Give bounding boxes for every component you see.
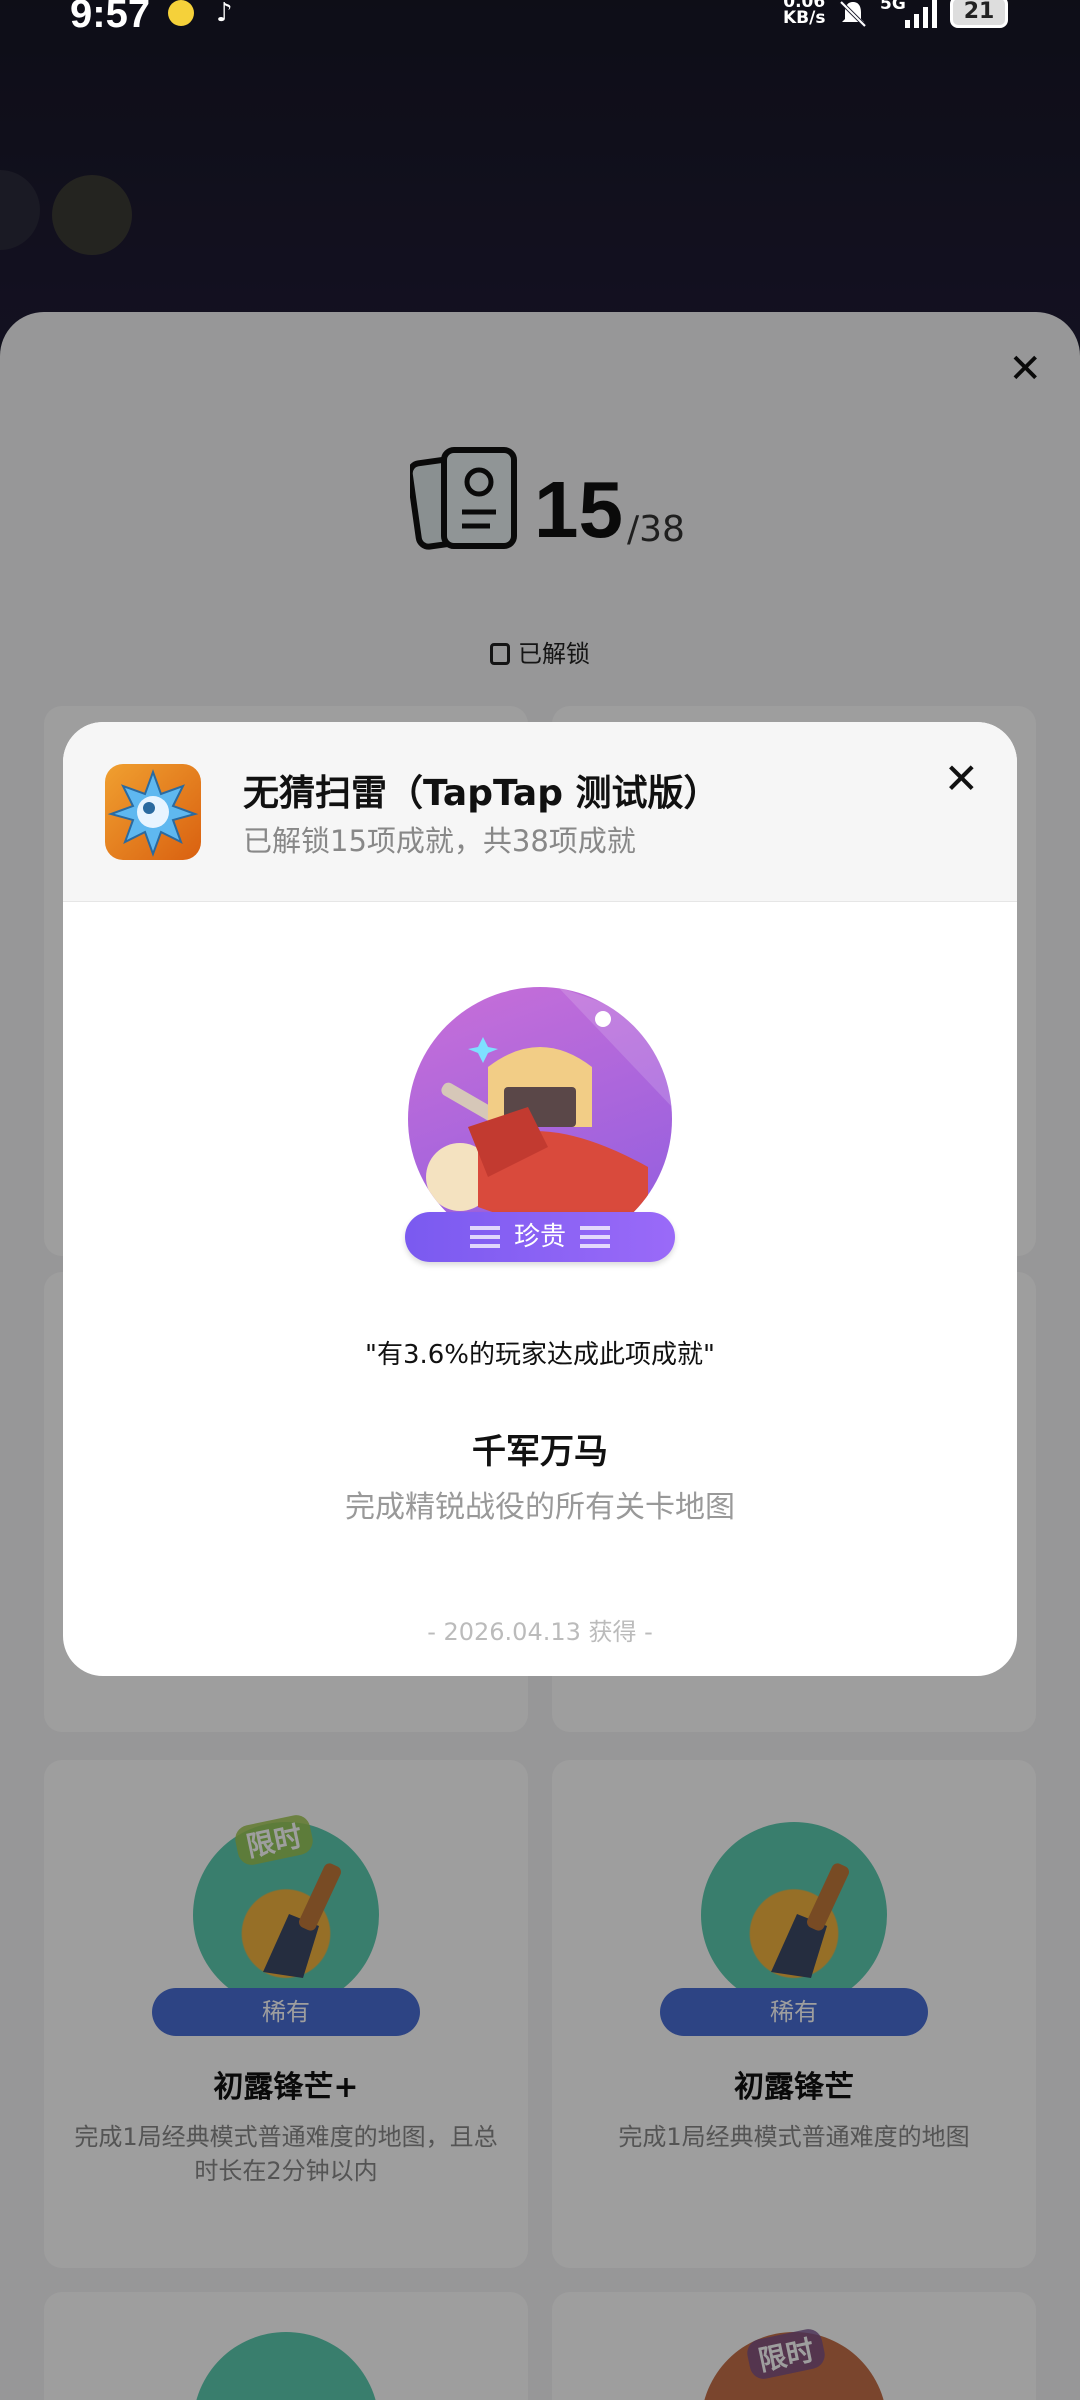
game-title: 无猜扫雷（TapTap 测试版） bbox=[243, 773, 720, 814]
network-type: 5G bbox=[880, 0, 906, 14]
status-bar: 9:57 ♪ 0.06 KB/s 5G 21 bbox=[0, 0, 1080, 40]
rarity-pill: 珍贵 bbox=[405, 1212, 675, 1262]
qq-icon bbox=[168, 0, 194, 26]
achievement-desc: 完成精锐战役的所有关卡地图 bbox=[345, 1490, 735, 1525]
tiktok-icon: ♪ bbox=[216, 0, 233, 28]
unlock-summary: 已解锁15项成就，共38项成就 bbox=[243, 824, 636, 858]
rarity-label: 珍贵 bbox=[513, 1222, 566, 1252]
net-speed: 0.06 KB/s bbox=[783, 0, 826, 28]
signal-icon bbox=[905, 0, 937, 28]
achievement-name: 千军万马 bbox=[472, 1432, 608, 1472]
achievement-percent: "有3.6%的玩家达成此项成就" bbox=[365, 1340, 715, 1370]
achievement-date: - 2026.04.13 获得 - bbox=[427, 1618, 653, 1646]
bell-muted-icon bbox=[839, 0, 867, 28]
status-time: 9:57 bbox=[70, 0, 151, 36]
modal-header: 无猜扫雷（TapTap 测试版） 已解锁15项成就，共38项成就 ✕ bbox=[63, 722, 1017, 902]
decor-bars-icon bbox=[469, 1226, 500, 1248]
close-icon[interactable]: ✕ bbox=[944, 754, 979, 803]
battery-indicator: 21 bbox=[950, 0, 1008, 28]
decor-bars-icon bbox=[580, 1226, 610, 1248]
game-icon bbox=[105, 764, 201, 860]
mine-icon bbox=[107, 769, 199, 857]
achievement-detail-modal: 无猜扫雷（TapTap 测试版） 已解锁15项成就，共38项成就 ✕ 珍贵 "有… bbox=[63, 722, 1017, 1676]
